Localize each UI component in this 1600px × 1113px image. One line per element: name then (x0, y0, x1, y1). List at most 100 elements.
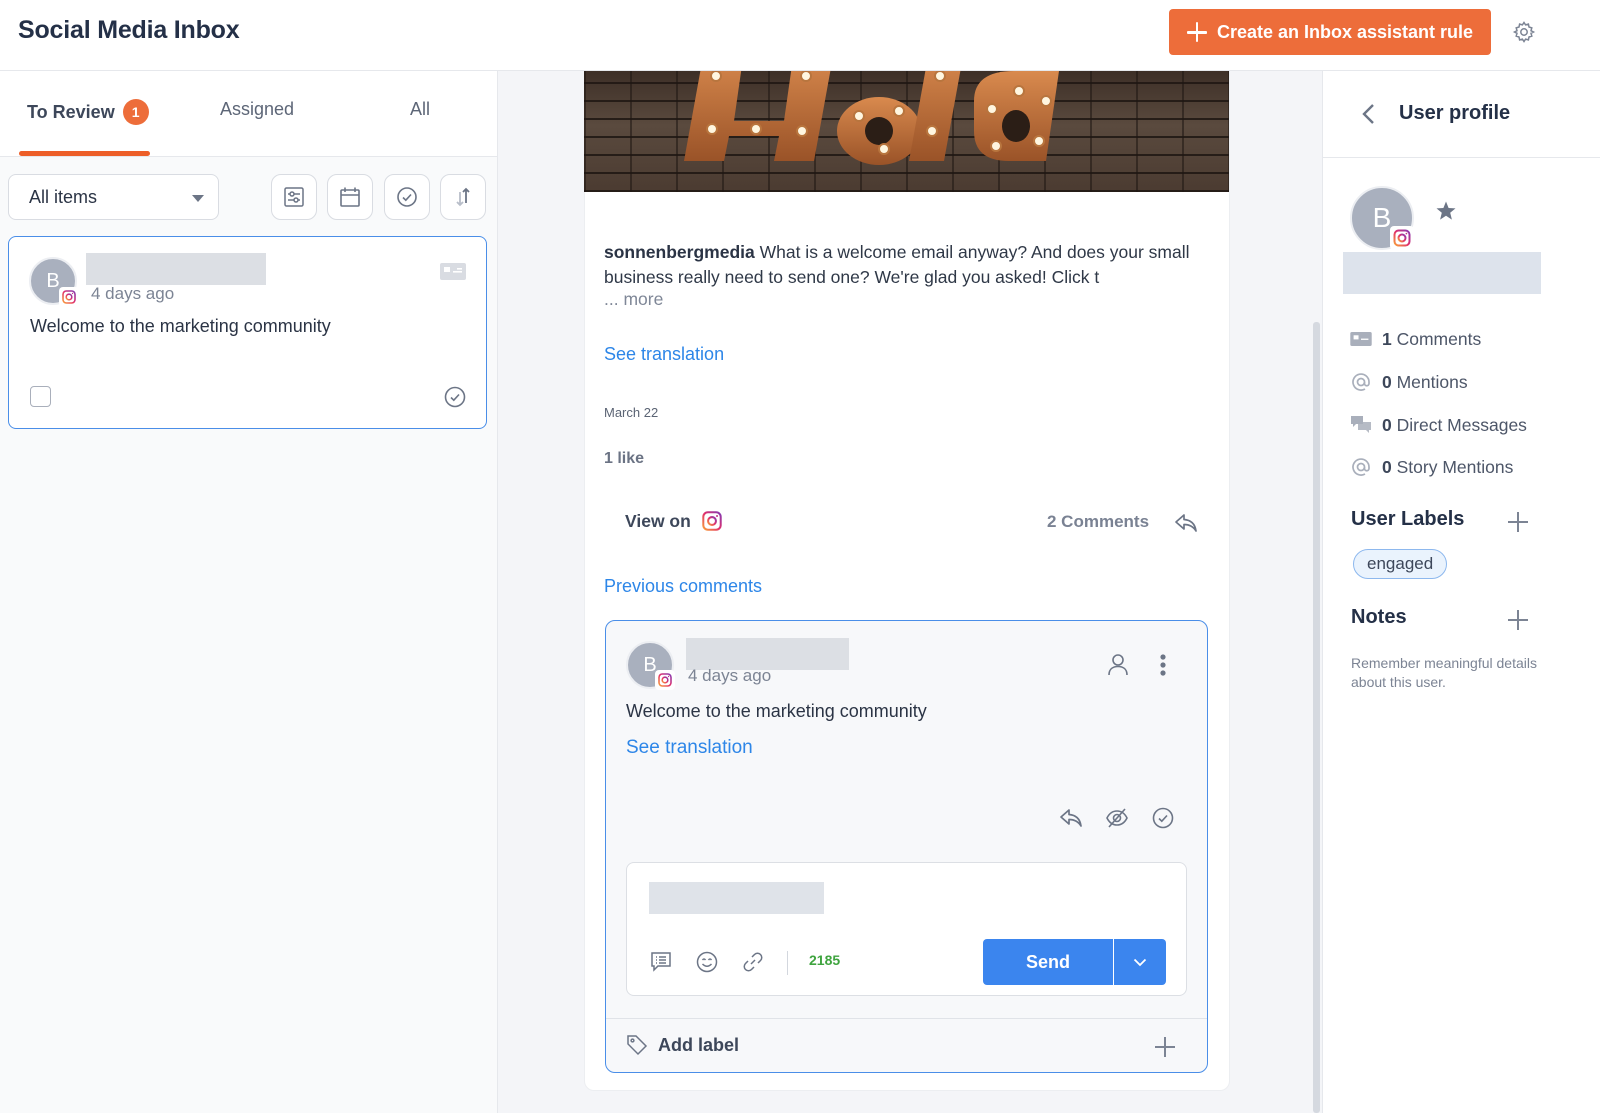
add-label-text: Add label (658, 1034, 740, 1055)
add-label-button[interactable]: Add label (626, 1034, 739, 1056)
emoji-icon[interactable] (696, 951, 718, 973)
gear-icon[interactable] (1512, 20, 1536, 44)
check-circle-icon (397, 187, 417, 207)
at-icon (1350, 371, 1372, 393)
comment-time-ago: 4 days ago (688, 666, 772, 685)
notes-title: Notes (1351, 606, 1407, 628)
tab-to-review[interactable]: To Review 1 (27, 99, 149, 125)
create-inbox-rule-label: Create an Inbox assistant rule (1216, 21, 1474, 42)
profile-title: User profile (1399, 102, 1511, 124)
items-filter-select[interactable]: All items (8, 174, 219, 220)
star-icon[interactable] (1434, 199, 1458, 223)
comment-card-icon (1350, 328, 1372, 350)
post-see-translation-link[interactable]: See translation (604, 344, 724, 365)
calendar-icon (340, 187, 360, 207)
create-inbox-rule-button[interactable]: Create an Inbox assistant rule (1169, 9, 1491, 55)
toolbar-divider (787, 951, 788, 975)
instagram-icon (655, 670, 675, 690)
item-select-checkbox[interactable] (30, 386, 51, 407)
sort-icon (456, 187, 470, 207)
stat-label: Comments (1396, 328, 1482, 349)
more-options-icon[interactable] (1159, 653, 1167, 677)
filter-options-button[interactable] (271, 174, 317, 220)
plus-icon (1186, 22, 1207, 42)
chat-bubbles-icon (1350, 414, 1372, 436)
instagram-icon (702, 511, 722, 531)
chevron-left-icon[interactable] (1359, 101, 1379, 127)
stat-label: Story Mentions (1396, 456, 1514, 477)
reply-composer[interactable]: 2185 Send (626, 862, 1187, 996)
post-image (584, 71, 1229, 192)
add-user-label-icon[interactable] (1508, 512, 1528, 532)
previous-comments-link[interactable]: Previous comments (604, 576, 762, 597)
active-tab-indicator (19, 151, 150, 156)
scrollbar-thumb[interactable] (1313, 322, 1320, 1113)
stat-direct-messages: 0 Direct Messages (1350, 414, 1527, 436)
status-filter-button[interactable] (384, 174, 430, 220)
stat-label: Direct Messages (1396, 414, 1527, 435)
post-date: March 22 (604, 405, 659, 420)
divider (606, 1018, 1207, 1019)
tab-all[interactable]: All (410, 99, 430, 120)
comment-message: Welcome to the marketing community (626, 701, 927, 721)
add-note-icon[interactable] (1508, 610, 1528, 630)
user-label-chip[interactable]: engaged (1353, 549, 1448, 579)
tab-label: Assigned (220, 99, 295, 119)
post-caption: sonnenbergmedia What is a welcome email … (604, 240, 1204, 289)
profile-header: User profile (1323, 71, 1600, 158)
comment-card-icon (440, 263, 466, 280)
date-filter-button[interactable] (327, 174, 373, 220)
tab-assigned[interactable]: Assigned (220, 99, 294, 120)
at-icon (1350, 456, 1372, 478)
redacted-profile-name (1343, 252, 1541, 294)
mark-reviewed-icon[interactable] (444, 386, 466, 408)
comment-see-translation-link[interactable]: See translation (626, 737, 753, 759)
sort-button[interactable] (440, 174, 486, 220)
inbox-list-panel: To Review 1 Assigned All All items B 4 d… (0, 71, 498, 1113)
inbox-tabs: To Review 1 Assigned All (0, 71, 497, 157)
view-on-instagram-link[interactable]: View on (625, 510, 723, 532)
marquee-sign-graphic (684, 71, 1059, 165)
hide-eye-slash-icon[interactable] (1105, 807, 1129, 829)
tab-label: To Review (27, 101, 115, 122)
reply-icon[interactable] (1174, 512, 1198, 534)
character-count: 2185 (809, 952, 841, 968)
saved-replies-icon[interactable] (650, 951, 672, 973)
add-label-plus-icon[interactable] (1155, 1037, 1175, 1057)
caret-down-icon (192, 195, 204, 202)
stat-story-mentions: 0 Story Mentions (1350, 456, 1513, 478)
send-button[interactable]: Send (983, 939, 1113, 985)
user-labels-title: User Labels (1351, 508, 1465, 530)
assign-user-icon[interactable] (1107, 653, 1129, 677)
stat-count: 0 (1382, 371, 1392, 392)
item-time-ago: 4 days ago (91, 284, 175, 303)
tag-icon (627, 1035, 648, 1056)
chevron-down-icon (1133, 958, 1147, 966)
item-message: Welcome to the marketing community (30, 316, 331, 336)
tab-label: All (410, 99, 431, 119)
instagram-icon (1390, 226, 1414, 250)
reply-icon[interactable] (1059, 807, 1083, 829)
filter-row: All items (0, 174, 498, 220)
link-icon[interactable] (742, 951, 764, 973)
stat-count: 0 (1382, 414, 1392, 435)
count-badge: 1 (122, 99, 149, 125)
redacted-username (86, 253, 266, 285)
view-on-label: View on (625, 510, 691, 531)
stat-count: 0 (1382, 456, 1392, 477)
send-options-dropdown[interactable] (1114, 939, 1166, 985)
stat-label: Mentions (1396, 371, 1468, 392)
post-likes: 1 like (604, 450, 645, 467)
top-bar: Social Media Inbox Create an Inbox assis… (0, 0, 1600, 71)
stat-mentions: 0 Mentions (1350, 371, 1468, 393)
selected-comment-card: B 4 days ago Welcome to the marketing co… (605, 620, 1208, 1073)
instagram-icon (59, 287, 79, 307)
stat-count: 1 (1382, 328, 1392, 349)
notes-hint: Remember meaningful details about this u… (1351, 655, 1537, 690)
post-author[interactable]: sonnenbergmedia (604, 242, 755, 262)
stat-comments: 1 Comments (1350, 328, 1481, 350)
inbox-item[interactable]: B 4 days ago Welcome to the marketing co… (8, 236, 487, 429)
post-comments-count[interactable]: 2 Comments (1047, 512, 1149, 532)
caption-more-link[interactable]: ... more (604, 289, 663, 310)
check-circle-icon[interactable] (1152, 807, 1174, 829)
